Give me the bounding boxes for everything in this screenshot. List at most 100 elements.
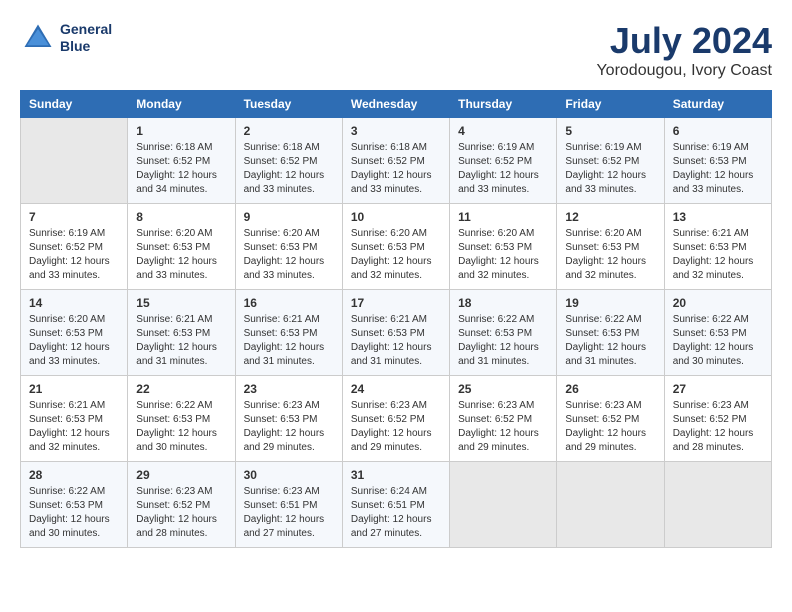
calendar-cell: 6Sunrise: 6:19 AM Sunset: 6:53 PM Daylig…: [664, 118, 771, 204]
calendar-cell: 27 Sunrise: 6:23 AM Sunset: 6:52 PM Dayli…: [664, 376, 771, 462]
logo-line1: General: [60, 21, 112, 38]
day-info: Sunrise: 6:23 AM Sunset: 6:52 PM Dayligh…: [565, 399, 655, 455]
calendar-row: 14 Sunrise: 6:20 AM Sunset: 6:53 PM Dayli…: [21, 290, 772, 376]
day-number: 28: [29, 468, 119, 482]
day-info: Sunrise: 6:19 AM Sunset: 6:53 PM Dayligh…: [673, 141, 763, 197]
calendar-table: SundayMondayTuesdayWednesdayThursdayFrid…: [20, 90, 772, 548]
calendar-cell: 8 Sunrise: 6:20 AM Sunset: 6:53 PM Daylig…: [128, 204, 235, 290]
day-info: Sunrise: 6:22 AM Sunset: 6:53 PM Dayligh…: [673, 313, 763, 369]
calendar-cell: [664, 462, 771, 548]
day-info: Sunrise: 6:23 AM Sunset: 6:53 PM Dayligh…: [244, 399, 334, 455]
day-info: Sunrise: 6:20 AM Sunset: 6:53 PM Dayligh…: [29, 313, 119, 369]
day-number: 16: [244, 296, 334, 310]
calendar-cell: 17 Sunrise: 6:21 AM Sunset: 6:53 PM Dayli…: [342, 290, 449, 376]
calendar-cell: 23 Sunrise: 6:23 AM Sunset: 6:53 PM Dayli…: [235, 376, 342, 462]
day-number: 18: [458, 296, 548, 310]
day-info: Sunrise: 6:21 AM Sunset: 6:53 PM Dayligh…: [673, 227, 763, 283]
day-info: Sunrise: 6:23 AM Sunset: 6:52 PM Dayligh…: [673, 399, 763, 455]
col-header-sunday: Sunday: [21, 91, 128, 118]
day-number: 10: [351, 210, 441, 224]
day-number: 24: [351, 382, 441, 396]
day-info: Sunrise: 6:19 AM Sunset: 6:52 PM Dayligh…: [565, 141, 655, 197]
day-info: Sunrise: 6:24 AM Sunset: 6:51 PM Dayligh…: [351, 485, 441, 541]
calendar-cell: 18 Sunrise: 6:22 AM Sunset: 6:53 PM Dayli…: [450, 290, 557, 376]
calendar-row: 1 Sunrise: 6:18 AM Sunset: 6:52 PM Daylig…: [21, 118, 772, 204]
day-info: Sunrise: 6:19 AM Sunset: 6:52 PM Dayligh…: [29, 227, 119, 283]
day-info: Sunrise: 6:21 AM Sunset: 6:53 PM Dayligh…: [136, 313, 226, 369]
day-number: 20: [673, 296, 763, 310]
calendar-cell: 28Sunrise: 6:22 AM Sunset: 6:53 PM Dayli…: [21, 462, 128, 548]
calendar-cell: 26 Sunrise: 6:23 AM Sunset: 6:52 PM Dayli…: [557, 376, 664, 462]
day-number: 23: [244, 382, 334, 396]
day-info: Sunrise: 6:22 AM Sunset: 6:53 PM Dayligh…: [458, 313, 548, 369]
day-number: 13: [673, 210, 763, 224]
day-number: 19: [565, 296, 655, 310]
day-number: 15: [136, 296, 226, 310]
calendar-cell: [21, 118, 128, 204]
calendar-cell: [557, 462, 664, 548]
col-header-saturday: Saturday: [664, 91, 771, 118]
day-number: 25: [458, 382, 548, 396]
day-info: Sunrise: 6:20 AM Sunset: 6:53 PM Dayligh…: [351, 227, 441, 283]
calendar-cell: 11 Sunrise: 6:20 AM Sunset: 6:53 PM Dayli…: [450, 204, 557, 290]
calendar-cell: 5 Sunrise: 6:19 AM Sunset: 6:52 PM Daylig…: [557, 118, 664, 204]
calendar-row: 7 Sunrise: 6:19 AM Sunset: 6:52 PM Daylig…: [21, 204, 772, 290]
day-number: 5: [565, 124, 655, 138]
day-number: 4: [458, 124, 548, 138]
calendar-row: 21Sunrise: 6:21 AM Sunset: 6:53 PM Dayli…: [21, 376, 772, 462]
day-number: 8: [136, 210, 226, 224]
col-header-tuesday: Tuesday: [235, 91, 342, 118]
col-header-friday: Friday: [557, 91, 664, 118]
day-number: 14: [29, 296, 119, 310]
calendar-cell: 12 Sunrise: 6:20 AM Sunset: 6:53 PM Dayli…: [557, 204, 664, 290]
day-info: Sunrise: 6:22 AM Sunset: 6:53 PM Dayligh…: [136, 399, 226, 455]
logo-text: General Blue: [60, 21, 112, 55]
calendar-row: 28Sunrise: 6:22 AM Sunset: 6:53 PM Dayli…: [21, 462, 772, 548]
day-info: Sunrise: 6:20 AM Sunset: 6:53 PM Dayligh…: [136, 227, 226, 283]
calendar-cell: 22 Sunrise: 6:22 AM Sunset: 6:53 PM Dayli…: [128, 376, 235, 462]
month-year: July 2024: [596, 20, 772, 62]
calendar-cell: 14 Sunrise: 6:20 AM Sunset: 6:53 PM Dayli…: [21, 290, 128, 376]
calendar-cell: 1 Sunrise: 6:18 AM Sunset: 6:52 PM Daylig…: [128, 118, 235, 204]
day-info: Sunrise: 6:22 AM Sunset: 6:53 PM Dayligh…: [565, 313, 655, 369]
day-info: Sunrise: 6:18 AM Sunset: 6:52 PM Dayligh…: [136, 141, 226, 197]
calendar-cell: 3Sunrise: 6:18 AM Sunset: 6:52 PM Daylig…: [342, 118, 449, 204]
calendar-cell: 25 Sunrise: 6:23 AM Sunset: 6:52 PM Dayli…: [450, 376, 557, 462]
day-number: 12: [565, 210, 655, 224]
calendar-cell: 19 Sunrise: 6:22 AM Sunset: 6:53 PM Dayli…: [557, 290, 664, 376]
calendar-cell: 29Sunrise: 6:23 AM Sunset: 6:52 PM Dayli…: [128, 462, 235, 548]
col-header-thursday: Thursday: [450, 91, 557, 118]
day-info: Sunrise: 6:18 AM Sunset: 6:52 PM Dayligh…: [351, 141, 441, 197]
logo: General Blue: [20, 20, 112, 56]
day-number: 11: [458, 210, 548, 224]
day-info: Sunrise: 6:21 AM Sunset: 6:53 PM Dayligh…: [351, 313, 441, 369]
calendar-cell: 9Sunrise: 6:20 AM Sunset: 6:53 PM Daylig…: [235, 204, 342, 290]
day-number: 31: [351, 468, 441, 482]
day-number: 27: [673, 382, 763, 396]
day-number: 26: [565, 382, 655, 396]
day-info: Sunrise: 6:23 AM Sunset: 6:52 PM Dayligh…: [136, 485, 226, 541]
calendar-cell: 24Sunrise: 6:23 AM Sunset: 6:52 PM Dayli…: [342, 376, 449, 462]
day-info: Sunrise: 6:19 AM Sunset: 6:52 PM Dayligh…: [458, 141, 548, 197]
day-info: Sunrise: 6:20 AM Sunset: 6:53 PM Dayligh…: [565, 227, 655, 283]
calendar-cell: 15 Sunrise: 6:21 AM Sunset: 6:53 PM Dayli…: [128, 290, 235, 376]
calendar-cell: 4 Sunrise: 6:19 AM Sunset: 6:52 PM Daylig…: [450, 118, 557, 204]
logo-line2: Blue: [60, 38, 112, 55]
title-block: July 2024 Yorodougou, Ivory Coast: [596, 20, 772, 80]
location: Yorodougou, Ivory Coast: [596, 62, 772, 80]
logo-icon: [20, 20, 56, 56]
calendar-cell: 16 Sunrise: 6:21 AM Sunset: 6:53 PM Dayli…: [235, 290, 342, 376]
day-number: 7: [29, 210, 119, 224]
calendar-header-row: SundayMondayTuesdayWednesdayThursdayFrid…: [21, 91, 772, 118]
day-info: Sunrise: 6:20 AM Sunset: 6:53 PM Dayligh…: [458, 227, 548, 283]
calendar-cell: 20 Sunrise: 6:22 AM Sunset: 6:53 PM Dayli…: [664, 290, 771, 376]
day-info: Sunrise: 6:20 AM Sunset: 6:53 PM Dayligh…: [244, 227, 334, 283]
col-header-monday: Monday: [128, 91, 235, 118]
day-number: 22: [136, 382, 226, 396]
day-number: 1: [136, 124, 226, 138]
day-number: 17: [351, 296, 441, 310]
day-number: 21: [29, 382, 119, 396]
day-info: Sunrise: 6:18 AM Sunset: 6:52 PM Dayligh…: [244, 141, 334, 197]
day-info: Sunrise: 6:23 AM Sunset: 6:52 PM Dayligh…: [458, 399, 548, 455]
day-info: Sunrise: 6:21 AM Sunset: 6:53 PM Dayligh…: [244, 313, 334, 369]
